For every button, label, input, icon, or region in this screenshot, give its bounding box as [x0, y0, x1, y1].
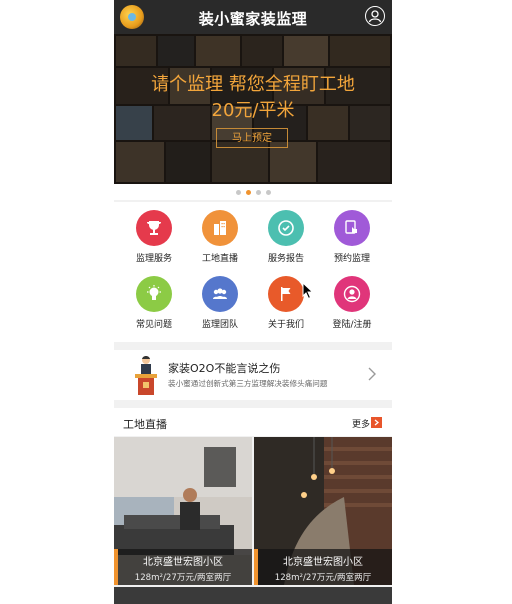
app-title: 装小蜜家装监理 — [198, 10, 308, 28]
menu-item-supervision-service[interactable]: 监理服务 — [124, 210, 184, 264]
news-subtitle: 装小蜜通过创新式第三方监理解决装修头痛问题 — [168, 379, 328, 388]
touch-icon — [334, 210, 370, 246]
card-info: 128m²/27万元/两室两厅 — [134, 573, 232, 583]
news-item[interactable]: 家装O2O不能言说之伤 装小蜜通过创新式第三方监理解决装修头痛问题 — [114, 350, 392, 400]
book-now-button[interactable]: 马上预定 — [216, 128, 288, 148]
carousel-dot[interactable] — [265, 189, 271, 195]
phone-screen: 装小蜜家装监理 请个监理 帮您全程盯工地 20元/平米 马上预定 监理服务 工地… — [114, 0, 392, 604]
arrow-right-icon[interactable] — [371, 417, 382, 428]
site-card[interactable]: 北京盛世宏图小区 128m²/27万元/两室两厅 — [114, 437, 252, 585]
card-title: 北京盛世宏图小区 — [143, 557, 223, 568]
menu-label: 监理服务 — [135, 254, 172, 264]
card-title: 北京盛世宏图小区 — [283, 557, 363, 568]
person-icon — [334, 276, 370, 312]
next-cards-peek — [114, 587, 392, 604]
chevron-right-icon — [368, 367, 376, 381]
menu-item-faq[interactable]: 常见问题 — [124, 276, 184, 330]
service-menu: 监理服务 工地直播 服务报告 预约监理 常见问题 监理团队 关于我们 登陆/注册 — [114, 202, 392, 342]
carousel-dot-active[interactable] — [245, 189, 251, 195]
mouse-cursor-icon — [302, 282, 314, 300]
menu-item-book-supervisor[interactable]: 预约监理 — [322, 210, 382, 264]
trophy-icon — [136, 210, 172, 246]
lightbulb-icon — [136, 276, 172, 312]
banner-headline: 请个监理 帮您全程盯工地 — [151, 74, 355, 95]
flag-icon — [268, 276, 304, 312]
banner-price: 20元/平米 — [211, 100, 295, 121]
live-section-header: 工地直播 更多 — [114, 408, 392, 436]
team-icon — [202, 276, 238, 312]
menu-label: 监理团队 — [201, 320, 238, 330]
menu-item-team[interactable]: 监理团队 — [190, 276, 250, 330]
card-accent-bar — [254, 549, 258, 585]
card-caption: 北京盛世宏图小区 128m²/27万元/两室两厅 — [114, 549, 252, 585]
menu-item-login-register[interactable]: 登陆/注册 — [322, 276, 382, 330]
carousel-dot[interactable] — [235, 189, 241, 195]
promo-banner[interactable]: 请个监理 帮您全程盯工地 20元/平米 马上预定 — [114, 34, 392, 184]
menu-label: 服务报告 — [267, 254, 304, 264]
menu-label: 预约监理 — [333, 254, 370, 264]
menu-label: 关于我们 — [267, 320, 304, 330]
menu-label: 常见问题 — [135, 320, 172, 330]
card-accent-bar — [114, 549, 118, 585]
carousel-dot[interactable] — [255, 189, 261, 195]
menu-item-site-live[interactable]: 工地直播 — [190, 210, 250, 264]
card-caption: 北京盛世宏图小区 128m²/27万元/两室两厅 — [254, 549, 392, 585]
menu-label: 工地直播 — [201, 254, 238, 264]
buildings-icon — [202, 210, 238, 246]
user-avatar-icon[interactable] — [365, 6, 385, 26]
speaker-podium-icon — [135, 356, 157, 395]
more-link[interactable]: 更多 — [352, 417, 370, 430]
site-card[interactable]: 北京盛世宏图小区 128m²/27万元/两室两厅 — [254, 437, 392, 585]
menu-item-service-report[interactable]: 服务报告 — [256, 210, 316, 264]
app-header: 装小蜜家装监理 — [114, 0, 392, 34]
menu-label: 登陆/注册 — [332, 320, 372, 330]
card-info: 128m²/27万元/两室两厅 — [274, 573, 372, 583]
report-icon — [268, 210, 304, 246]
news-title: 家装O2O不能言说之伤 — [168, 362, 281, 375]
section-title: 工地直播 — [123, 418, 167, 431]
carousel-indicator — [114, 184, 392, 200]
